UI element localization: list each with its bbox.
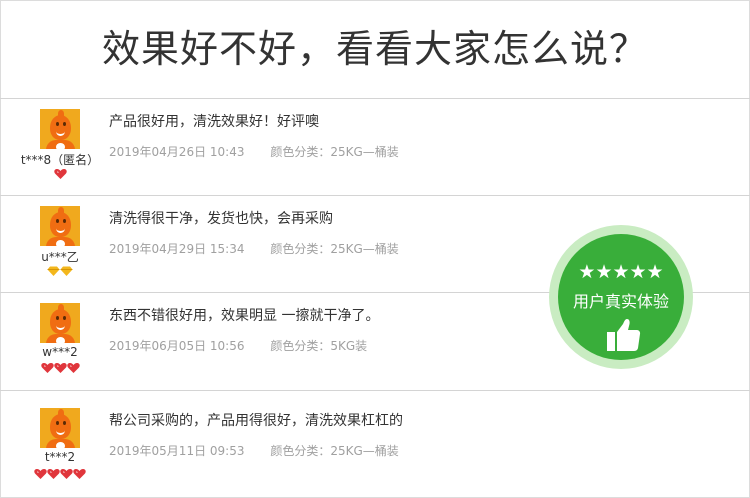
review-comment: 清洗得很干净，发货也快，会再采购 <box>109 211 333 227</box>
avatar-icon[interactable] <box>40 303 80 343</box>
five-star-rating: ★★★★★ <box>578 261 664 283</box>
review-date: 2019年04月29日 15:34 <box>109 242 245 256</box>
reviewer-name: w***2 <box>42 345 78 359</box>
review-date: 2019年04月26日 10:43 <box>109 145 245 159</box>
review-comment: 产品很好用，清洗效果好！好评噢 <box>109 114 319 130</box>
review-item: t***2 帮公司采购的，产品用得很好，清洗效果杠杠的 2019年05月11日 … <box>0 391 750 496</box>
review-spec: 颜色分类：25KG—桶装 <box>270 444 399 458</box>
review-spec: 颜色分类：5KG装 <box>270 339 368 353</box>
avatar-icon[interactable] <box>40 109 80 149</box>
reviewer-level <box>0 168 120 182</box>
yellow-diamond-level-icon <box>60 265 73 277</box>
red-heart-level-icon <box>53 168 67 180</box>
review-meta: 2019年06月05日 10:56 颜色分类：5KG装 <box>109 337 367 354</box>
yellow-diamond-level-icon <box>47 265 60 277</box>
header: 效果好不好，看看大家怎么说？ <box>0 0 750 99</box>
review-spec: 颜色分类：25KG—桶装 <box>270 145 399 159</box>
red-heart-level-icon <box>34 468 47 480</box>
review-spec: 颜色分类：25KG—桶装 <box>270 242 399 256</box>
avatar-icon[interactable] <box>40 408 80 448</box>
red-heart-level-icon <box>40 362 54 374</box>
review-date: 2019年06月05日 10:56 <box>109 339 245 353</box>
red-heart-level-icon <box>53 362 67 374</box>
badge-circle: ★★★★★ 用户真实体验 <box>558 234 684 360</box>
reviewer-level <box>0 362 120 376</box>
red-heart-level-icon <box>73 468 86 480</box>
thumbs-up-icon <box>605 317 641 353</box>
reviewer-name: t***2 <box>44 450 76 464</box>
avatar-icon[interactable] <box>40 206 80 246</box>
red-heart-level-icon <box>66 362 80 374</box>
review-meta: 2019年05月11日 09:53 颜色分类：25KG—桶装 <box>109 442 399 459</box>
review-item: t***8（匿名） 产品很好用，清洗效果好！好评噢 2019年04月26日 10… <box>0 99 750 196</box>
user-experience-badge: ★★★★★ 用户真实体验 <box>549 225 693 369</box>
review-date: 2019年05月11日 09:53 <box>109 444 245 458</box>
badge-label: 用户真实体验 <box>572 292 669 311</box>
review-comment: 东西不错很好用，效果明显 一擦就干净了。 <box>109 308 380 324</box>
red-heart-level-icon <box>47 468 60 480</box>
reviewer-name: u***乙 <box>41 250 79 264</box>
page-title: 效果好不好，看看大家怎么说？ <box>101 26 648 71</box>
review-comment: 帮公司采购的，产品用得很好，清洗效果杠杠的 <box>109 413 403 429</box>
review-meta: 2019年04月29日 15:34 颜色分类：25KG—桶装 <box>109 240 399 257</box>
reviewer-level <box>0 468 120 482</box>
red-heart-level-icon <box>60 468 73 480</box>
reviewer-name: t***8（匿名） <box>20 153 100 167</box>
reviewer-level <box>0 265 120 279</box>
review-meta: 2019年04月26日 10:43 颜色分类：25KG—桶装 <box>109 143 399 160</box>
